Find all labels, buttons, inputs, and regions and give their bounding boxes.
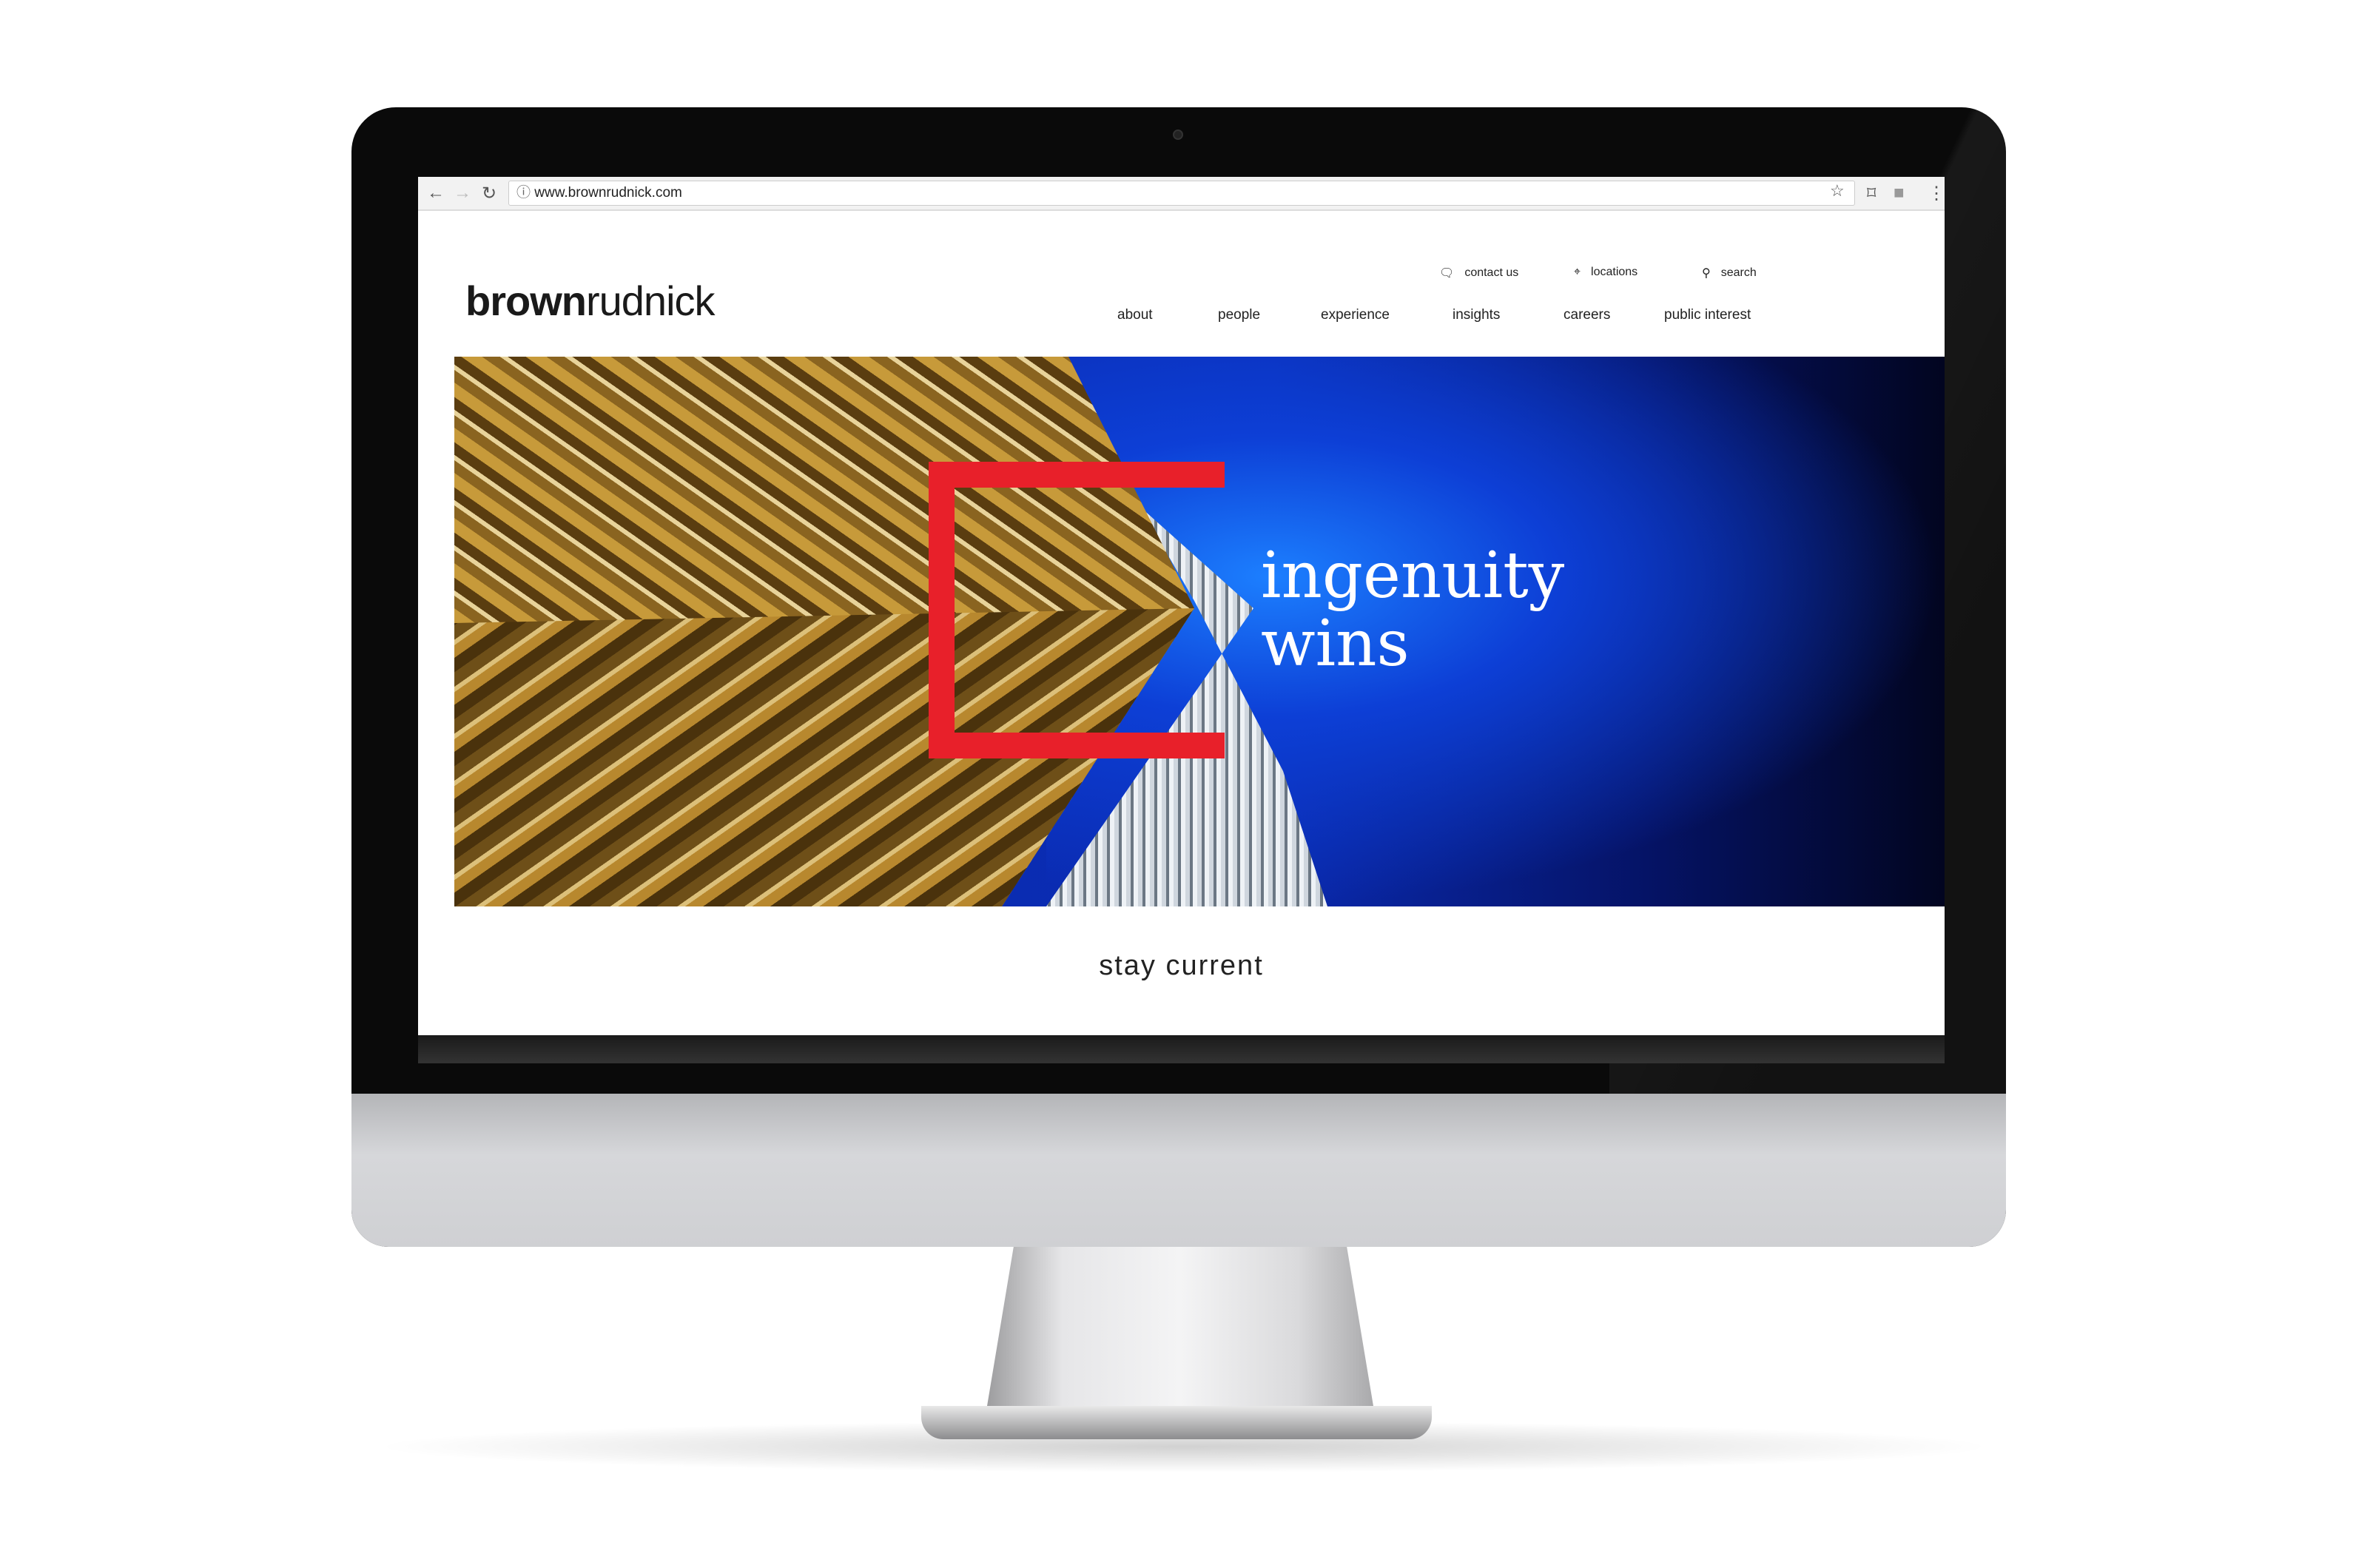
nav-people[interactable]: people bbox=[1218, 307, 1260, 323]
hero-headline: ingenuity wins bbox=[1261, 542, 1564, 678]
utility-label: locations bbox=[1591, 266, 1638, 278]
nav-insights[interactable]: insights bbox=[1453, 307, 1500, 323]
utility-search[interactable]: ⚲ search bbox=[1702, 266, 1757, 280]
utility-label: contact us bbox=[1464, 266, 1519, 279]
info-icon[interactable]: ⓘ bbox=[516, 185, 534, 201]
monitor-base bbox=[921, 1406, 1432, 1439]
screen-bottom-edge bbox=[418, 1035, 1945, 1063]
url-text: www.brownrudnick.com bbox=[534, 185, 682, 201]
forward-arrow-icon[interactable]: → bbox=[454, 183, 471, 203]
screen: ← → ↻ ⓘ www.brownrudnick.com ☆ ⌑ ■ ⋮ bro… bbox=[418, 177, 1945, 1063]
monitor-chin bbox=[351, 1094, 2006, 1247]
extension-icon[interactable]: ■ bbox=[1894, 183, 1905, 203]
nav-public-interest[interactable]: public interest bbox=[1664, 307, 1751, 323]
red-bracket bbox=[929, 462, 1225, 758]
headline-line1: ingenuity bbox=[1261, 539, 1565, 613]
back-arrow-icon[interactable]: ← bbox=[427, 183, 445, 203]
utility-contact[interactable]: 🗨 contact us bbox=[1439, 266, 1518, 280]
search-icon: ⚲ bbox=[1702, 267, 1711, 280]
menu-dots-icon[interactable]: ⋮ bbox=[1928, 183, 1945, 204]
monitor-stand bbox=[984, 1246, 1376, 1424]
section-title: stay current bbox=[1099, 950, 1264, 981]
reload-icon[interactable]: ↻ bbox=[482, 183, 497, 204]
address-bar[interactable]: ⓘ www.brownrudnick.com bbox=[508, 181, 1855, 206]
browser-toolbar: ← → ↻ ⓘ www.brownrudnick.com ☆ ⌑ ■ ⋮ bbox=[418, 177, 1945, 211]
headline-line2: wins bbox=[1261, 607, 1410, 681]
star-icon[interactable]: ☆ bbox=[1830, 181, 1845, 201]
logo-bold: brown bbox=[465, 277, 587, 324]
nav-about[interactable]: about bbox=[1117, 307, 1153, 323]
utility-locations[interactable]: ⌖ locations bbox=[1574, 266, 1637, 279]
nav-experience[interactable]: experience bbox=[1321, 307, 1390, 323]
hero-banner: ingenuity wins bbox=[454, 357, 1945, 906]
camera bbox=[1173, 129, 1183, 140]
utility-label: search bbox=[1720, 266, 1757, 279]
map-pin-icon: ⌖ bbox=[1574, 266, 1581, 278]
nav-careers[interactable]: careers bbox=[1564, 307, 1610, 323]
chat-bubble-icon: 🗨 bbox=[1439, 267, 1455, 280]
logo-light: rudnick bbox=[585, 277, 716, 324]
cast-icon[interactable]: ⌑ bbox=[1867, 183, 1876, 204]
logo[interactable]: brownrudnick bbox=[465, 277, 716, 325]
